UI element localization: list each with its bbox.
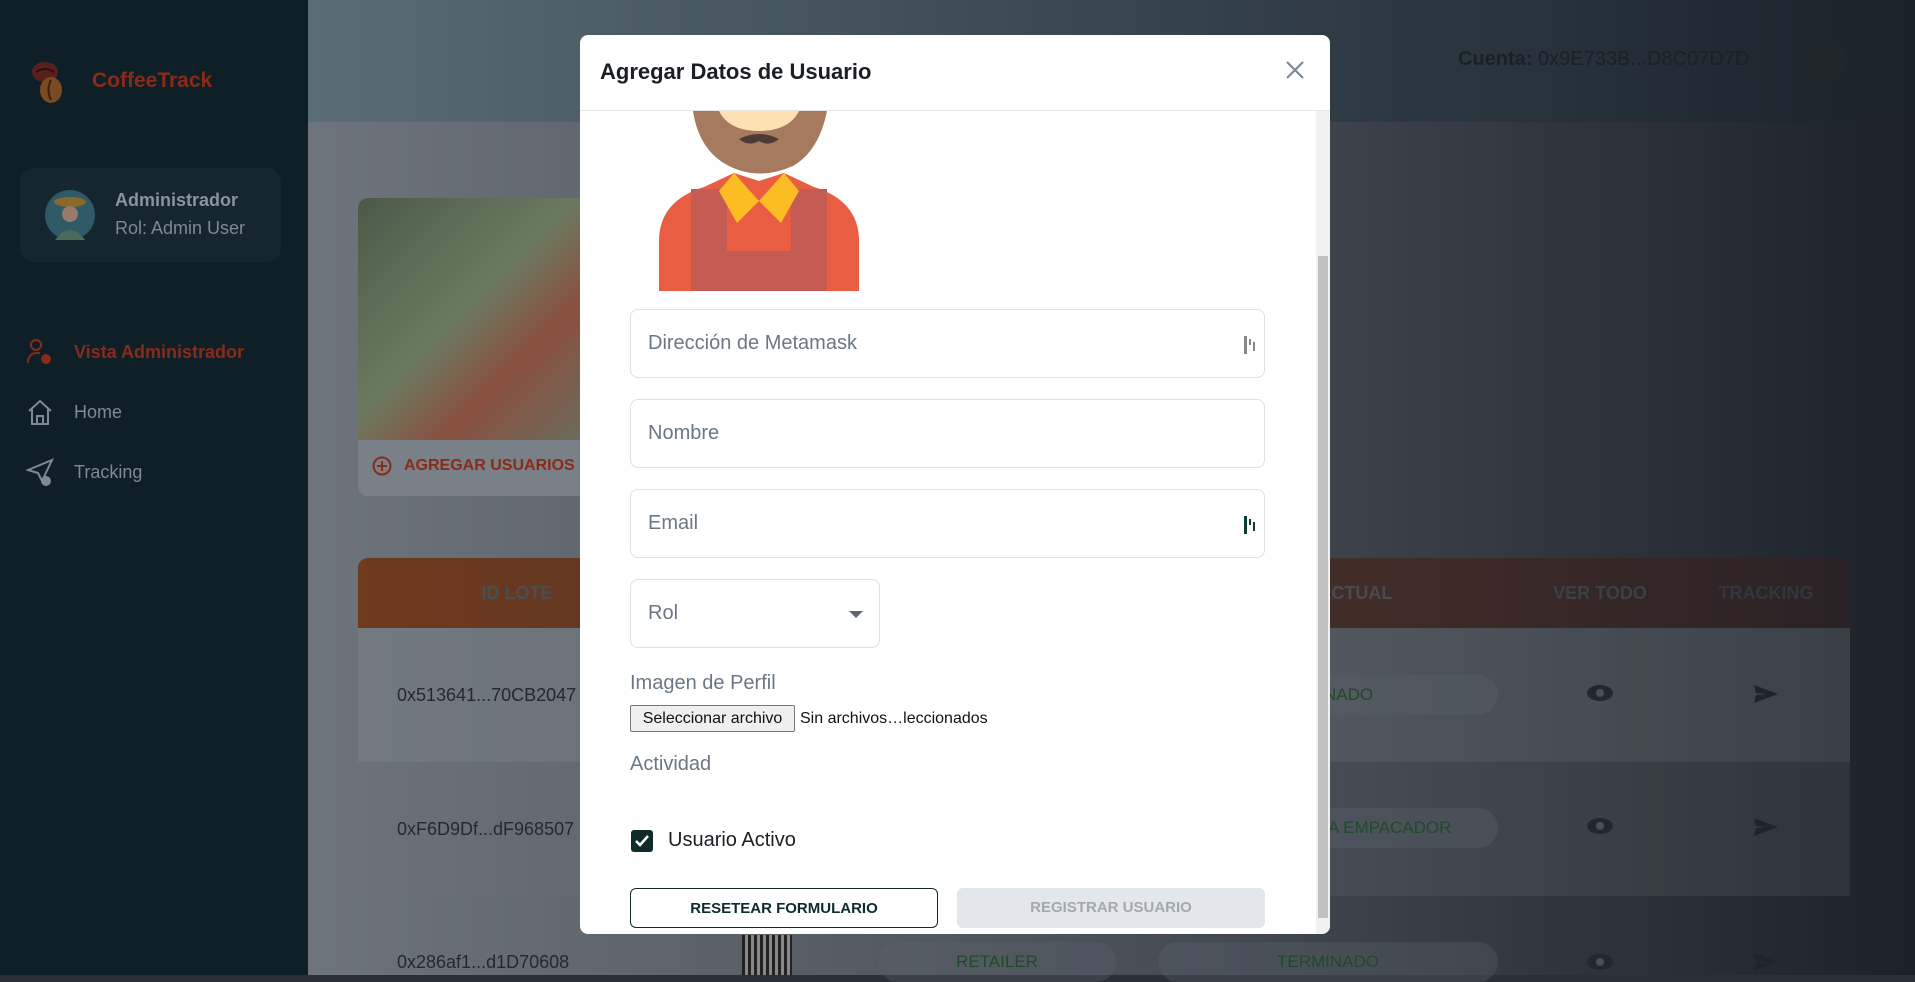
account-value: 0x9E733B...D8C07D7D [1538,48,1750,70]
send-check-icon [26,458,54,486]
account-avatar[interactable] [1800,36,1848,84]
eye-icon[interactable] [1586,684,1614,702]
register-user-button[interactable]: REGISTRAR USUARIO [957,888,1265,928]
add-users-button[interactable]: AGREGAR USUARIOS [372,456,575,476]
sidebar: CoffeeTrack Administrador Rol: Admin Use… [0,0,308,975]
lote-id: 0x286af1...d1D70608 [397,952,570,972]
activity-label: Actividad [630,753,712,775]
send-icon[interactable] [1753,952,1779,972]
lote-id: 0x513641...70CB2047 [397,685,577,705]
chevron-down-icon [849,611,863,618]
role-select[interactable]: Rol [630,579,880,648]
eye-icon[interactable] [1586,817,1614,835]
active-checkbox[interactable] [631,830,653,852]
user-gear-icon [27,339,51,364]
metamask-address-input[interactable]: Dirección de Metamask [630,309,1265,378]
user-name: Administrador [115,190,239,210]
add-user-modal: Agregar Datos de Usuario Dirección de Me… [580,35,1330,934]
qr-code[interactable] [742,935,792,975]
home-icon [28,399,52,425]
nav-home[interactable]: Home [26,397,122,427]
email-input[interactable]: Email [630,489,1265,558]
avatar [45,190,95,240]
nav-vista-administrador[interactable]: Vista Administrador [26,337,244,367]
modal-title: Agregar Datos de Usuario [600,59,872,84]
reset-form-button[interactable]: RESETEAR FORMULARIO [630,888,938,928]
send-icon[interactable] [1753,684,1779,704]
password-manager-icon[interactable] [1244,336,1256,354]
status-badge: TERMINADO [1158,942,1498,982]
user-role: Rol: Admin User [115,218,246,238]
image-label: Imagen de Perfil [630,672,776,694]
metamask-placeholder: Dirección de Metamask [648,332,857,354]
close-icon[interactable] [1284,59,1306,81]
account-label: Cuenta: [1458,48,1533,70]
name-input[interactable]: Nombre [630,399,1265,468]
scrollbar[interactable] [1316,111,1330,934]
nav-tracking[interactable]: Tracking [26,457,142,487]
password-manager-icon[interactable] [1244,516,1256,534]
add-users-label: AGREGAR USUARIOS [404,457,575,474]
nav-label: Home [74,401,123,422]
file-select-button[interactable]: Seleccionar archivo [630,705,795,732]
plus-circle-icon [372,456,392,476]
scrollbar-thumb[interactable] [1318,256,1328,918]
name-placeholder: Nombre [648,422,720,444]
th-ver-todo: VER TODO [1553,583,1647,603]
user-card: Administrador Rol: Admin User [20,168,281,262]
app-name: CoffeeTrack [92,69,213,92]
coffee-logo-icon [32,62,62,103]
th-tracking: TRACKING [1718,583,1814,603]
account-display: Cuenta: 0x9E733B...D8C07D7D [1458,48,1749,71]
active-checkbox-label: Usuario Activo [668,829,796,851]
file-status: Sin archivos…leccionados [800,710,988,727]
eye-icon[interactable] [1586,953,1614,971]
farmer-avatar-image [659,111,859,291]
nav-label: Vista Administrador [74,341,245,362]
role-placeholder: Rol [648,602,679,624]
send-icon[interactable] [1753,817,1779,837]
email-placeholder: Email [648,512,699,534]
modal-body: Dirección de Metamask Nombre Email Rol I… [580,111,1330,934]
check-icon [635,835,649,847]
nav-label: Tracking [74,461,143,482]
role-badge: RETAILER [878,942,1116,982]
lote-id: 0xF6D9Df...dF968507 [397,819,575,839]
